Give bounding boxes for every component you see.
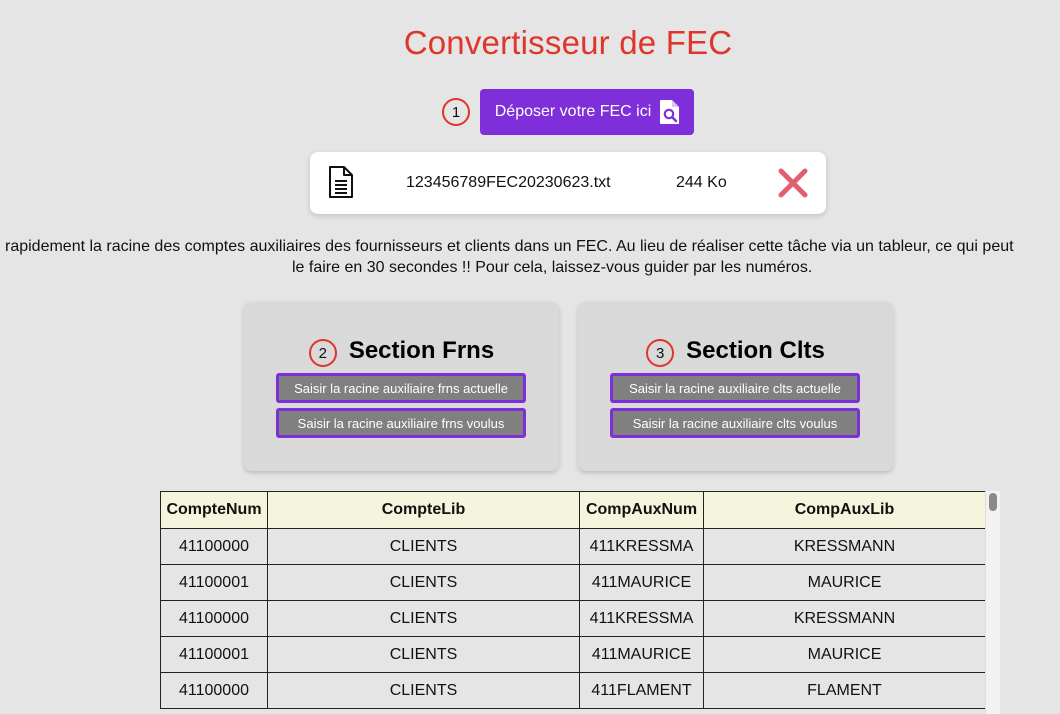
upload-button-label: Déposer votre FEC ici	[494, 103, 652, 120]
table-cell: 41100000	[160, 600, 268, 637]
table-row: 41100000 CLIENTS 411FLAMENT FLAMENT	[160, 672, 986, 709]
table-row: 41100000 CLIENTS 411KRESSMA KRESSMANN	[160, 600, 986, 637]
table-cell: CLIENTS	[267, 564, 580, 601]
table-row: 41100001 CLIENTS 411MAURICE MAURICE	[160, 564, 986, 601]
table-cell: CLIENTS	[267, 528, 580, 565]
clts-wanted-root-button[interactable]: Saisir la racine auxiliaire clts voulus	[610, 408, 860, 438]
table-cell: 41100001	[160, 564, 268, 601]
file-size: 244 Ko	[676, 174, 727, 191]
section-clts-title: Section Clts	[686, 337, 825, 364]
description-line-2: le faire en 30 secondes !! Pour cela, la…	[292, 259, 813, 276]
table-cell: CLIENTS	[267, 672, 580, 709]
remove-file-close-icon[interactable]	[776, 166, 810, 200]
table-row: 41100000 CLIENTS 411KRESSMA KRESSMANN	[160, 528, 986, 565]
clts-current-root-button[interactable]: Saisir la racine auxiliaire clts actuell…	[610, 373, 860, 403]
table-cell: 41100001	[160, 636, 268, 673]
description-line-1: rapidement la racine des comptes auxilia…	[5, 238, 1014, 255]
table-cell: 411FLAMENT	[579, 672, 704, 709]
table-cell: CLIENTS	[267, 636, 580, 673]
table-cell: MAURICE	[703, 636, 986, 673]
table-row: 41100001 CLIENTS 411MAURICE MAURICE	[160, 636, 986, 673]
section-frns-header: 2 Section Frns	[244, 335, 559, 367]
page-title: Convertisseur de FEC	[403, 24, 733, 61]
frns-wanted-root-button[interactable]: Saisir la racine auxiliaire frns voulus	[276, 408, 526, 438]
table-cell: 41100000	[160, 672, 268, 709]
table-cell: CLIENTS	[267, 600, 580, 637]
scrollbar-thumb[interactable]	[989, 493, 997, 511]
file-search-icon	[658, 99, 682, 125]
upload-row: 1 Déposer votre FEC ici	[442, 89, 694, 135]
step-number-2: 2	[308, 339, 337, 367]
section-frns-card: 2 Section Frns Saisir la racine auxiliai…	[244, 302, 559, 471]
step-number-1: 1	[442, 98, 470, 126]
table-cell: 411MAURICE	[579, 636, 704, 673]
table-cell: 411MAURICE	[579, 564, 704, 601]
section-frns-title: Section Frns	[348, 337, 495, 364]
table-cell: MAURICE	[703, 564, 986, 601]
column-header-comptenum: CompteNum	[160, 491, 268, 529]
fec-table-container: CompteNum CompteLib CompAuxNum CompAuxLi…	[160, 491, 1000, 714]
table-cell: KRESSMANN	[703, 600, 986, 637]
fec-table: CompteNum CompteLib CompAuxNum CompAuxLi…	[160, 491, 986, 709]
document-icon	[328, 166, 354, 198]
uploaded-file-card: 123456789FEC20230623.txt 244 Ko	[310, 152, 826, 214]
frns-current-root-button[interactable]: Saisir la racine auxiliaire frns actuell…	[276, 373, 526, 403]
table-cell: 411KRESSMA	[579, 600, 704, 637]
table-scrollbar[interactable]	[985, 491, 1000, 714]
table-cell: FLAMENT	[703, 672, 986, 709]
section-clts-header: 3 Section Clts	[578, 335, 893, 367]
table-header-row: CompteNum CompteLib CompAuxNum CompAuxLi…	[160, 491, 986, 529]
table-cell: 41100000	[160, 528, 268, 565]
description: rapidement la racine des comptes auxilia…	[0, 236, 1060, 280]
column-header-compauxnum: CompAuxNum	[579, 491, 704, 529]
file-name: 123456789FEC20230623.txt	[406, 174, 611, 191]
upload-fec-button[interactable]: Déposer votre FEC ici	[480, 89, 694, 135]
step-number-3: 3	[646, 339, 675, 367]
column-header-comptelib: CompteLib	[267, 491, 580, 529]
table-cell: 411KRESSMA	[579, 528, 704, 565]
column-header-compauxlib: CompAuxLib	[703, 491, 986, 529]
table-cell: KRESSMANN	[703, 528, 986, 565]
section-clts-card: 3 Section Clts Saisir la racine auxiliai…	[578, 302, 893, 471]
fec-converter-page: Convertisseur de FEC 1 Déposer votre FEC…	[0, 0, 1060, 714]
